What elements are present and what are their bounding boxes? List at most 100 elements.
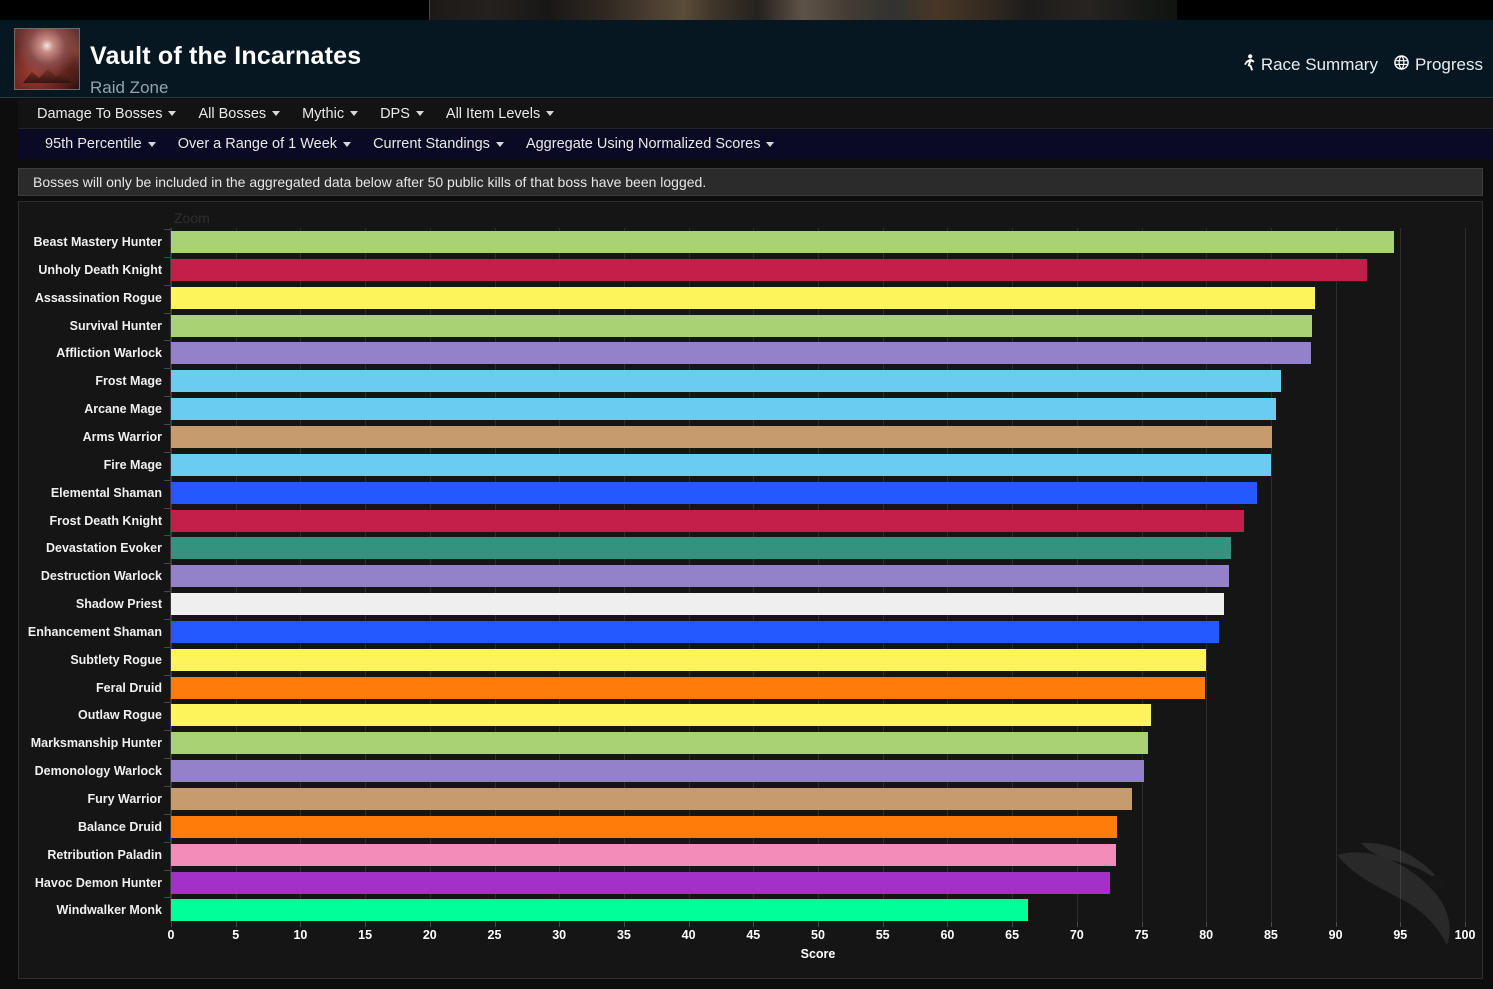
- x-axis-tick-mark: [494, 922, 496, 927]
- filter-primary-item-3[interactable]: DPS: [369, 102, 435, 126]
- y-axis-label-frost-mage[interactable]: Frost Mage: [95, 367, 162, 395]
- y-axis-tick: [164, 229, 170, 230]
- chart-bar-row[interactable]: [171, 284, 1465, 312]
- chart-bar-row[interactable]: [171, 757, 1465, 785]
- x-axis-tick-mark: [688, 922, 690, 927]
- y-axis-label-enhancement-shaman[interactable]: Enhancement Shaman: [28, 618, 162, 646]
- bar-subtlety-rogue[interactable]: [171, 648, 1207, 671]
- y-axis-label-unholy-death-knight[interactable]: Unholy Death Knight: [38, 256, 162, 284]
- filter-primary-item-4[interactable]: All Item Levels: [435, 102, 565, 126]
- chart-bar-row[interactable]: [171, 507, 1465, 535]
- bar-arcane-mage[interactable]: [171, 398, 1277, 421]
- x-axis-tick-label: 50: [811, 928, 825, 942]
- chart-bar-row[interactable]: [171, 701, 1465, 729]
- bar-enhancement-shaman[interactable]: [171, 620, 1220, 643]
- chart-bar-row[interactable]: [171, 339, 1465, 367]
- chart-bar-row[interactable]: [171, 841, 1465, 869]
- y-axis-label-subtlety-rogue[interactable]: Subtlety Rogue: [70, 646, 162, 674]
- y-axis-label-elemental-shaman[interactable]: Elemental Shaman: [51, 479, 162, 507]
- y-axis-label-arms-warrior[interactable]: Arms Warrior: [83, 423, 162, 451]
- chart-bar-row[interactable]: [171, 729, 1465, 757]
- bar-survival-hunter[interactable]: [171, 314, 1313, 337]
- chart-bar-row[interactable]: [171, 674, 1465, 702]
- chart-bar-row[interactable]: [171, 590, 1465, 618]
- y-axis-label-fury-warrior[interactable]: Fury Warrior: [87, 785, 162, 813]
- bar-fury-warrior[interactable]: [171, 788, 1133, 810]
- secondary-filter-bar: 95th Percentile Over a Range of 1 Week Cur…: [18, 129, 1493, 159]
- chart-bar-row[interactable]: [171, 367, 1465, 395]
- bar-demonology-warlock[interactable]: [171, 760, 1145, 783]
- y-axis-label-shadow-priest[interactable]: Shadow Priest: [76, 590, 162, 618]
- y-axis-label-retribution-paladin[interactable]: Retribution Paladin: [47, 841, 162, 869]
- bar-frost-mage[interactable]: [171, 370, 1282, 393]
- chart-bar-row[interactable]: [171, 562, 1465, 590]
- filter-primary-item-2[interactable]: Mythic: [291, 102, 369, 126]
- bar-frost-death-knight[interactable]: [171, 509, 1244, 532]
- y-axis-label-marksmanship-hunter[interactable]: Marksmanship Hunter: [31, 729, 162, 757]
- chart-bar-row[interactable]: [171, 228, 1465, 256]
- chart-zoom-label[interactable]: Zoom: [174, 210, 210, 226]
- chart-bar-row[interactable]: [171, 479, 1465, 507]
- bar-shadow-priest[interactable]: [171, 593, 1225, 616]
- y-axis-tick: [164, 841, 170, 843]
- filter-primary-item-0[interactable]: Damage To Bosses: [26, 102, 187, 126]
- bar-elemental-shaman[interactable]: [171, 481, 1257, 504]
- bar-beast-mastery-hunter[interactable]: [171, 231, 1394, 253]
- bar-fire-mage[interactable]: [171, 453, 1271, 476]
- bar-arms-warrior[interactable]: [171, 425, 1273, 448]
- y-axis-tick: [164, 786, 170, 787]
- bar-windwalker-monk[interactable]: [171, 899, 1028, 922]
- y-axis-label-devastation-evoker[interactable]: Devastation Evoker: [46, 534, 162, 562]
- y-axis-label-windwalker-monk[interactable]: Windwalker Monk: [57, 896, 162, 924]
- chevron-down-icon: [350, 111, 359, 117]
- y-axis-label-demonology-warlock[interactable]: Demonology Warlock: [35, 757, 162, 785]
- chart-bar-row[interactable]: [171, 869, 1465, 897]
- chart-bar-row[interactable]: [171, 256, 1465, 284]
- y-axis-label-outlaw-rogue[interactable]: Outlaw Rogue: [78, 701, 162, 729]
- bar-destruction-warlock[interactable]: [171, 565, 1230, 588]
- y-axis-label-fire-mage[interactable]: Fire Mage: [104, 451, 162, 479]
- chart-bar-row[interactable]: [171, 534, 1465, 562]
- y-axis-label-arcane-mage[interactable]: Arcane Mage: [84, 395, 162, 423]
- y-axis-label-assassination-rogue[interactable]: Assassination Rogue: [35, 284, 162, 312]
- y-axis-label-survival-hunter[interactable]: Survival Hunter: [70, 312, 162, 340]
- filter-secondary-item-0[interactable]: 95th Percentile: [34, 132, 167, 156]
- progress-link[interactable]: Progress: [1394, 55, 1483, 75]
- bar-unholy-death-knight[interactable]: [171, 258, 1367, 281]
- bar-affliction-warlock[interactable]: [171, 342, 1311, 365]
- y-axis-label-destruction-warlock[interactable]: Destruction Warlock: [41, 562, 162, 590]
- chart-bar-row[interactable]: [171, 785, 1465, 813]
- x-axis-tick-mark: [429, 922, 431, 927]
- bar-feral-druid[interactable]: [171, 676, 1205, 699]
- filter-secondary-item-2[interactable]: Current Standings: [362, 132, 515, 156]
- y-axis-label-feral-druid[interactable]: Feral Druid: [96, 674, 162, 702]
- filter-secondary-item-3[interactable]: Aggregate Using Normalized Scores: [515, 132, 786, 156]
- chart-bar-row[interactable]: [171, 312, 1465, 340]
- bar-balance-druid[interactable]: [171, 815, 1117, 838]
- filter-secondary-item-label: Over a Range of 1 Week: [177, 136, 338, 152]
- page-root: Vault of the Incarnates Raid Zone Race S…: [0, 0, 1493, 989]
- chart-bar-row[interactable]: [171, 813, 1465, 841]
- filter-primary-item-1[interactable]: All Bosses: [187, 102, 291, 126]
- y-axis-label-affliction-warlock[interactable]: Affliction Warlock: [56, 339, 162, 367]
- y-axis-label-balance-druid[interactable]: Balance Druid: [78, 813, 162, 841]
- bar-outlaw-rogue[interactable]: [171, 704, 1151, 727]
- chart-bar-row[interactable]: [171, 451, 1465, 479]
- bar-devastation-evoker[interactable]: [171, 537, 1231, 560]
- filter-secondary-item-1[interactable]: Over a Range of 1 Week: [167, 132, 362, 156]
- chart-bar-row[interactable]: [171, 646, 1465, 674]
- chart-bar-row[interactable]: [171, 896, 1465, 924]
- race-summary-label: Race Summary: [1260, 54, 1378, 74]
- bar-havoc-demon-hunter[interactable]: [171, 871, 1111, 894]
- y-axis-label-havoc-demon-hunter[interactable]: Havoc Demon Hunter: [35, 869, 162, 897]
- race-summary-link[interactable]: Race Summary: [1242, 54, 1378, 75]
- chevron-down-icon: [546, 111, 555, 117]
- bar-retribution-paladin[interactable]: [171, 843, 1116, 866]
- bar-marksmanship-hunter[interactable]: [171, 732, 1148, 755]
- y-axis-label-frost-death-knight[interactable]: Frost Death Knight: [50, 507, 163, 535]
- chart-bar-row[interactable]: [171, 423, 1465, 451]
- chart-bar-row[interactable]: [171, 395, 1465, 423]
- chart-bar-row[interactable]: [171, 618, 1465, 646]
- bar-assassination-rogue[interactable]: [171, 286, 1315, 309]
- y-axis-label-beast-mastery-hunter[interactable]: Beast Mastery Hunter: [33, 228, 162, 256]
